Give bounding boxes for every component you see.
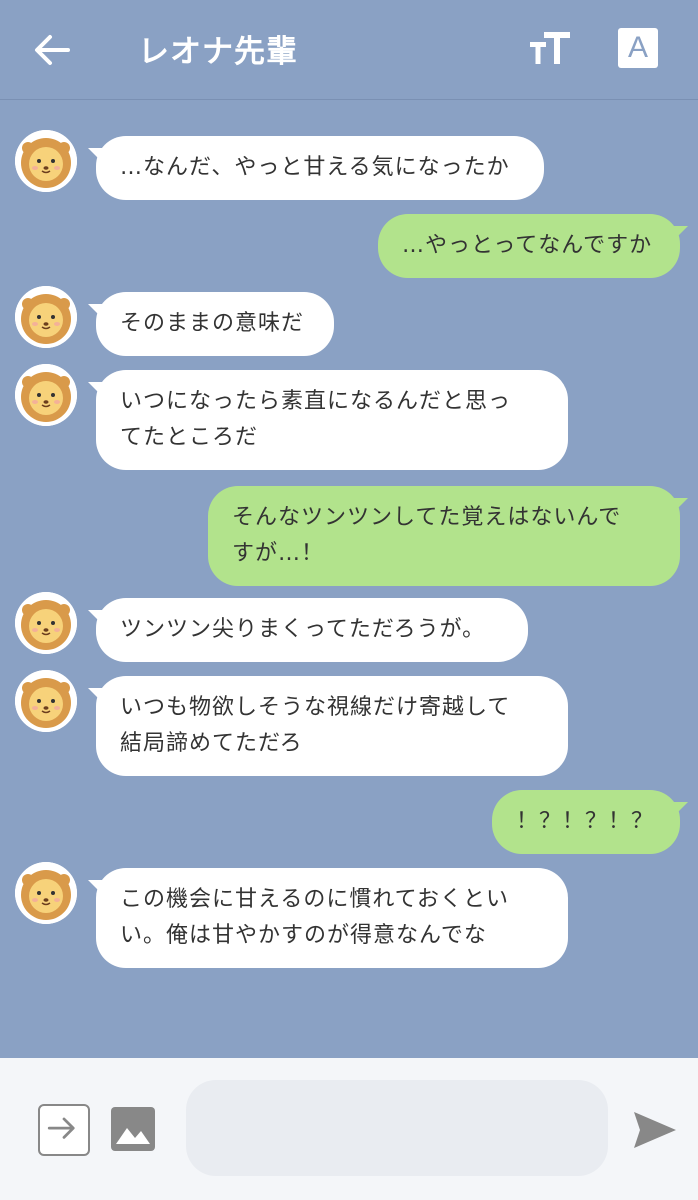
message-text-line: …なんだ、やっと甘える気になったか (120, 155, 510, 180)
translate-icon[interactable]: A (618, 28, 658, 68)
message-text-line: いつになったら素直になるんだと思っ (120, 389, 512, 414)
incoming-message-bubble[interactable]: いつになったら素直になるんだと思っ てたところだ (96, 370, 568, 470)
send-icon[interactable] (630, 1108, 678, 1152)
avatar[interactable] (15, 592, 77, 654)
image-icon[interactable] (110, 1106, 156, 1152)
chat-title: レオナ先輩 (138, 34, 298, 70)
incoming-message-bubble[interactable]: この機会に甘えるのに慣れておくとい い。俺は甘やかすのが得意なんでな (96, 868, 568, 968)
expand-icon[interactable] (38, 1104, 90, 1156)
outgoing-message-bubble[interactable]: …やっとってなんですか (378, 214, 680, 278)
incoming-message-bubble[interactable]: …なんだ、やっと甘える気になったか (96, 136, 544, 200)
chat-header: レオナ先輩 A (0, 0, 698, 100)
message-text-line: い。俺は甘やかすのが得意なんでな (120, 923, 487, 948)
avatar[interactable] (15, 364, 77, 426)
incoming-message-bubble[interactable]: いつも物欲しそうな視線だけ寄越して 結局諦めてただろ (96, 676, 568, 776)
outgoing-message-bubble[interactable]: ！？！？！？ (492, 790, 680, 854)
outgoing-message-bubble[interactable]: そんなツンツンしてた覚えはないんで すが…！ (208, 486, 680, 586)
avatar[interactable] (15, 862, 77, 924)
message-text-line: …やっとってなんですか (402, 233, 653, 258)
avatar[interactable] (15, 130, 77, 192)
message-text-line: ！？！？！？ (516, 809, 655, 834)
message-input[interactable] (186, 1080, 608, 1176)
incoming-message-bubble[interactable]: そのままの意味だ (96, 292, 334, 356)
message-text-line: すが…！ (232, 541, 325, 566)
back-arrow-icon[interactable] (30, 28, 74, 72)
message-text-line: そのままの意味だ (120, 311, 305, 336)
message-text-line: いつも物欲しそうな視線だけ寄越して (120, 695, 511, 720)
message-text-line: そんなツンツンしてた覚えはないんで (232, 505, 622, 530)
avatar[interactable] (15, 670, 77, 732)
message-text-line: てたところだ (120, 425, 259, 450)
message-text-line: 結局諦めてただろ (120, 731, 303, 756)
avatar[interactable] (15, 286, 77, 348)
message-text-line: ツンツン尖りまくってただろうが。 (120, 617, 486, 642)
font-size-icon[interactable] (528, 28, 572, 68)
incoming-message-bubble[interactable]: ツンツン尖りまくってただろうが。 (96, 598, 528, 662)
message-text-line: この機会に甘えるのに慣れておくとい (120, 887, 510, 912)
